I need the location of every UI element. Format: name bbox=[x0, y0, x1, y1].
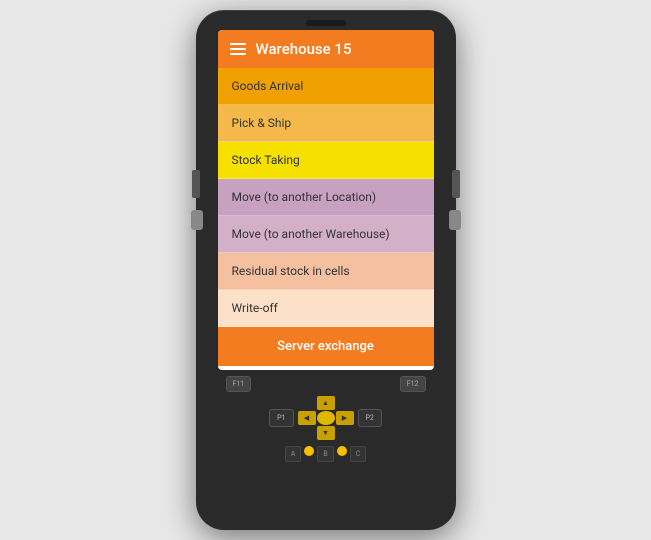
speaker bbox=[306, 20, 346, 26]
dpad-right[interactable]: ▶ bbox=[336, 411, 354, 425]
fn-row: F11 F12 bbox=[216, 376, 436, 392]
menu-item-writeoff[interactable]: Write-off bbox=[218, 290, 434, 327]
p2-key[interactable]: P2 bbox=[358, 409, 382, 427]
dpad-down[interactable]: ▼ bbox=[317, 426, 335, 440]
dpad-empty-tr bbox=[336, 396, 354, 410]
menu-list: Goods Arrival Pick & Ship Stock Taking M… bbox=[218, 68, 434, 366]
side-button-left2[interactable] bbox=[191, 210, 203, 230]
screen: Warehouse 15 Goods Arrival Pick & Ship S… bbox=[218, 30, 434, 370]
keypad-area: F11 F12 P1 ▲ ◀ ▶ ▼ P2 A B C bbox=[216, 376, 436, 530]
device-top bbox=[196, 20, 456, 26]
c-key[interactable]: C bbox=[350, 446, 367, 462]
f11-key[interactable]: F11 bbox=[226, 376, 252, 392]
menu-item-residual[interactable]: Residual stock in cells bbox=[218, 253, 434, 290]
dpad-empty-tl bbox=[298, 396, 316, 410]
side-button-right[interactable] bbox=[452, 170, 460, 198]
menu-item-stock-taking[interactable]: Stock Taking bbox=[218, 142, 434, 179]
p1-key[interactable]: P1 bbox=[269, 409, 293, 427]
side-button-right2[interactable] bbox=[449, 210, 461, 230]
dpad-left[interactable]: ◀ bbox=[298, 411, 316, 425]
app-title: Warehouse 15 bbox=[256, 40, 352, 58]
dpad-up[interactable]: ▲ bbox=[317, 396, 335, 410]
menu-item-goods-arrival[interactable]: Goods Arrival bbox=[218, 68, 434, 105]
menu-item-move-location[interactable]: Move (to another Location) bbox=[218, 179, 434, 216]
dpad-empty-br bbox=[336, 426, 354, 440]
b-key[interactable]: B bbox=[317, 446, 333, 462]
dpad-empty-bl bbox=[298, 426, 316, 440]
yellow-indicator2 bbox=[337, 446, 347, 456]
app-header: Warehouse 15 bbox=[218, 30, 434, 68]
menu-item-move-warehouse[interactable]: Move (to another Warehouse) bbox=[218, 216, 434, 253]
dpad-center[interactable] bbox=[317, 411, 335, 425]
side-button-left[interactable] bbox=[192, 170, 200, 198]
server-exchange-button[interactable]: Server exchange bbox=[218, 327, 434, 366]
abc-row: A B C bbox=[285, 446, 367, 462]
f12-key[interactable]: F12 bbox=[400, 376, 426, 392]
yellow-indicator bbox=[304, 446, 314, 456]
a-key[interactable]: A bbox=[285, 446, 302, 462]
hamburger-menu-icon[interactable] bbox=[230, 43, 246, 55]
dpad: ▲ ◀ ▶ ▼ bbox=[298, 396, 354, 440]
menu-item-pick-ship[interactable]: Pick & Ship bbox=[218, 105, 434, 142]
handheld-device: Warehouse 15 Goods Arrival Pick & Ship S… bbox=[196, 10, 456, 530]
nav-row: P1 ▲ ◀ ▶ ▼ P2 bbox=[269, 396, 382, 440]
